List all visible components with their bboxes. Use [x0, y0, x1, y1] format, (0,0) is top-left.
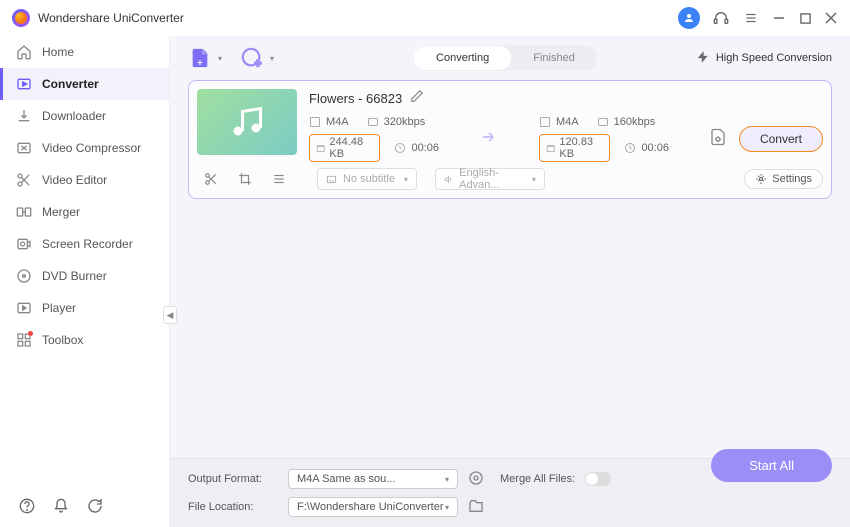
open-folder-icon[interactable]: [468, 498, 484, 517]
high-speed-label: High Speed Conversion: [716, 52, 832, 64]
convert-button[interactable]: Convert: [739, 126, 823, 152]
merge-toggle[interactable]: [585, 472, 611, 486]
home-icon: [16, 44, 32, 60]
chevron-down-icon: ▾: [532, 175, 536, 184]
bottom-bar: Output Format: M4A Same as sou... ▾ Merg…: [170, 458, 850, 527]
sidebar-item-label: Converter: [42, 77, 99, 91]
converter-icon: [16, 76, 32, 92]
edit-title-icon[interactable]: [410, 89, 424, 108]
settings-button[interactable]: Settings: [744, 169, 823, 189]
sidebar-item-label: Player: [42, 301, 76, 315]
file-thumbnail[interactable]: [197, 89, 297, 155]
sidebar-item-label: Video Compressor: [42, 141, 141, 155]
compressor-icon: [16, 140, 32, 156]
output-format-select[interactable]: M4A Same as sou... ▾: [288, 469, 458, 489]
format-settings-icon[interactable]: [468, 470, 484, 489]
headset-icon[interactable]: [712, 9, 730, 27]
output-format-label: Output Format:: [188, 473, 278, 485]
maximize-button[interactable]: [798, 11, 812, 25]
menu-icon[interactable]: [742, 9, 760, 27]
close-button[interactable]: [824, 11, 838, 25]
sidebar-item-label: Home: [42, 45, 74, 59]
disc-icon: [16, 268, 32, 284]
settings-label: Settings: [772, 173, 812, 185]
subtitle-dropdown[interactable]: No subtitle ▾: [317, 168, 417, 190]
dst-duration: 00:06: [624, 134, 669, 162]
chevron-down-icon: ▾: [445, 475, 449, 484]
dst-bitrate: 160kbps: [597, 116, 656, 128]
bolt-icon: [696, 50, 710, 67]
trim-icon[interactable]: [203, 171, 219, 187]
tab-converting[interactable]: Converting: [414, 46, 511, 70]
sidebar-item-dvd[interactable]: DVD Burner: [0, 260, 169, 292]
src-size-badge: 244.48 KB: [309, 134, 380, 162]
sidebar-item-converter[interactable]: Converter: [0, 68, 169, 100]
file-location-label: File Location:: [188, 501, 278, 513]
arrow-icon: [479, 127, 499, 152]
svg-text:+: +: [197, 57, 202, 67]
sidebar-item-label: Toolbox: [42, 333, 83, 347]
subtitle-value: No subtitle: [343, 173, 395, 185]
chevron-down-icon: ▾: [404, 175, 408, 184]
merge-label: Merge All Files:: [500, 473, 575, 485]
sidebar-item-label: DVD Burner: [42, 269, 107, 283]
sidebar-item-recorder[interactable]: Screen Recorder: [0, 228, 169, 260]
collapse-sidebar-button[interactable]: ◀: [163, 306, 177, 324]
tabs: Converting Finished: [414, 45, 597, 71]
chevron-down-icon[interactable]: ▾: [218, 54, 222, 63]
sidebar-item-home[interactable]: Home: [0, 36, 169, 68]
notification-dot-icon: [28, 331, 33, 336]
chevron-down-icon[interactable]: ▾: [270, 54, 274, 63]
svg-text:+: +: [255, 58, 261, 69]
file-location-value: F:\Wondershare UniConverter: [297, 501, 444, 513]
app-logo-icon: [12, 9, 30, 27]
output-format-value: M4A Same as sou...: [297, 473, 395, 485]
scissors-icon: [16, 172, 32, 188]
src-format: M4A: [309, 116, 349, 128]
sidebar-item-player[interactable]: Player: [0, 292, 169, 324]
chevron-down-icon: ▾: [445, 503, 449, 512]
audio-value: English-Advan...: [459, 167, 526, 191]
sidebar-item-merger[interactable]: Merger: [0, 196, 169, 228]
file-card: Flowers - 66823 M4A 320kbps 244.48 KB: [188, 80, 832, 199]
src-duration: 00:06: [394, 134, 439, 162]
audio-dropdown[interactable]: English-Advan... ▾: [435, 168, 545, 190]
download-icon: [16, 108, 32, 124]
high-speed-toggle[interactable]: High Speed Conversion: [696, 50, 832, 67]
play-icon: [16, 300, 32, 316]
file-location-select[interactable]: F:\Wondershare UniConverter ▾: [288, 497, 458, 517]
minimize-button[interactable]: [772, 11, 786, 25]
toolbar: + ▾ + ▾ Converting Finished High Speed C…: [170, 36, 850, 80]
sidebar-item-label: Merger: [42, 205, 80, 219]
list-icon[interactable]: [271, 171, 287, 187]
sidebar-item-label: Video Editor: [42, 173, 107, 187]
add-url-button[interactable]: +: [240, 46, 264, 70]
sidebar: Home Converter Downloader Video Compress…: [0, 36, 170, 527]
toolbox-icon: [16, 332, 32, 348]
dst-format: M4A: [539, 116, 579, 128]
src-bitrate: 320kbps: [367, 116, 426, 128]
output-settings-icon[interactable]: [709, 128, 727, 151]
feedback-icon[interactable]: [86, 497, 104, 515]
sidebar-item-compressor[interactable]: Video Compressor: [0, 132, 169, 164]
sidebar-item-label: Downloader: [42, 109, 106, 123]
bell-icon[interactable]: [52, 497, 70, 515]
add-file-button[interactable]: +: [188, 46, 212, 70]
sidebar-item-label: Screen Recorder: [42, 237, 133, 251]
crop-icon[interactable]: [237, 171, 253, 187]
help-icon[interactable]: [18, 497, 36, 515]
tab-finished[interactable]: Finished: [511, 46, 597, 70]
sidebar-item-editor[interactable]: Video Editor: [0, 164, 169, 196]
merger-icon: [16, 204, 32, 220]
titlebar: Wondershare UniConverter: [0, 0, 850, 36]
start-all-button[interactable]: Start All: [711, 449, 832, 482]
sidebar-item-toolbox[interactable]: Toolbox: [0, 324, 169, 356]
app-title: Wondershare UniConverter: [38, 11, 184, 25]
file-title: Flowers - 66823: [309, 91, 402, 106]
recorder-icon: [16, 236, 32, 252]
user-avatar-icon[interactable]: [678, 7, 700, 29]
sidebar-item-downloader[interactable]: Downloader: [0, 100, 169, 132]
dst-size-badge: 120.83 KB: [539, 134, 610, 162]
